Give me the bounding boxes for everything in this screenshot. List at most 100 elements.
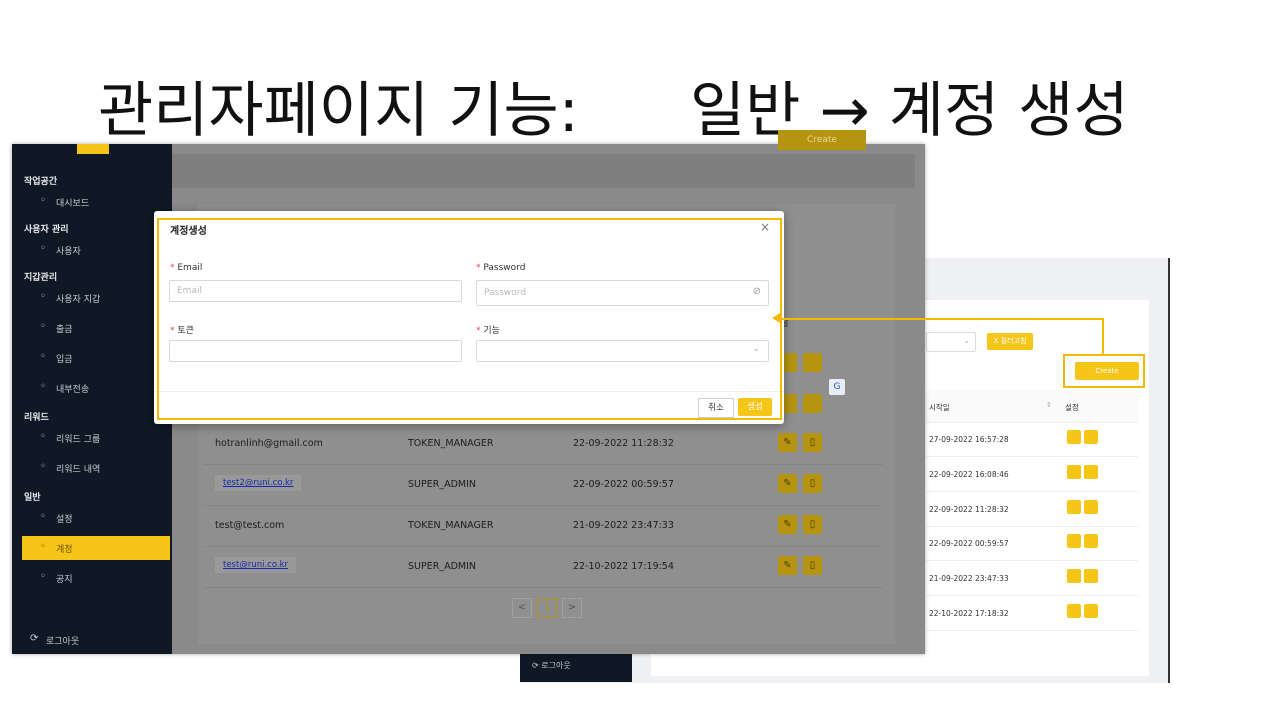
sidebar-section-label: 지갑관리	[24, 273, 58, 283]
row-role: SUPER_ADMIN	[408, 561, 476, 572]
edit-button[interactable]: ✎	[778, 556, 797, 575]
row-date: 21-09-2022 23:47:33	[929, 574, 1009, 584]
pager-page-1[interactable]: 1	[537, 598, 557, 618]
edit-button[interactable]	[1067, 430, 1081, 444]
background-table-header: 시작일 ⇕ 설정	[926, 390, 1138, 423]
translate-icon[interactable]: G	[829, 379, 845, 395]
dashboard-icon: ◦	[40, 195, 46, 206]
sidebar: 작업공간 ◦ 대시보드 사용자 관리 ◦ 사용자 지갑관리 ◦ 사용자 지갑 ◦ 출금 ◦ 입금 ◦ 내부전…	[12, 144, 172, 654]
edit-button[interactable]	[1067, 569, 1081, 584]
background-sidebar: ⟳ 로그아웃	[520, 650, 632, 682]
sidebar-item-label: 내부전송	[56, 385, 90, 395]
row-email[interactable]: test2@runi.co.kr	[215, 475, 302, 491]
row-email[interactable]: test@runi.co.kr	[215, 557, 296, 573]
create-button[interactable]: Create	[778, 130, 866, 150]
delete-button[interactable]	[803, 353, 822, 372]
table-row: test@runi.co.kr SUPER_ADMIN 22-10-2022 17:…	[203, 547, 883, 588]
edit-button[interactable]	[1067, 499, 1081, 514]
edit-button[interactable]: ✎	[778, 474, 797, 493]
row-email: test@test.com	[215, 520, 285, 531]
transfer-icon: ◦	[40, 381, 46, 392]
pager-prev[interactable]: <	[512, 598, 532, 618]
logo	[77, 144, 109, 154]
delete-button[interactable]	[1084, 464, 1098, 479]
edit-button[interactable]	[1067, 604, 1081, 618]
sidebar-item-label: 입금	[56, 355, 73, 365]
delete-button[interactable]: ▯	[803, 433, 822, 452]
modal-highlight	[157, 218, 782, 420]
table-row: hotranlinh@gmail.com TOKEN_MANAGER 22-09-2…	[203, 424, 883, 465]
sidebar-item[interactable]: ◦ 계정	[22, 536, 170, 560]
sidebar-section-label: 일반	[24, 493, 41, 503]
slide-title-left: 관리자페이지 기능:	[98, 76, 579, 146]
sort-icon: ⇕	[1046, 401, 1052, 409]
background-table-row: 21-09-2022 23:47:33	[926, 561, 1138, 597]
background-table-row: 22-09-2022 00:59:57	[926, 526, 1138, 562]
delete-button[interactable]: ▯	[803, 556, 822, 575]
sidebar-item[interactable]: ◦ 사용자 지갑	[12, 286, 172, 310]
row-role: TOKEN_MANAGER	[408, 438, 494, 449]
row-date: 22-09-2022 11:28:32	[573, 438, 674, 449]
sidebar-section-label: 작업공간	[24, 177, 58, 187]
background-logout[interactable]: ⟳ 로그아웃	[532, 660, 571, 671]
sidebar-section-label: 리워드	[24, 413, 49, 423]
sidebar-item[interactable]: ◦ 리워드 내역	[12, 456, 172, 480]
sidebar-item[interactable]: ◦ 설정	[12, 506, 172, 530]
user-icon: ◦	[40, 243, 46, 254]
col-start-date: 시작일	[929, 403, 950, 412]
delete-button[interactable]	[1084, 604, 1098, 618]
delete-button[interactable]	[1084, 499, 1098, 514]
sidebar-item[interactable]: ◦ 내부전송	[12, 376, 172, 400]
row-date: 27-09-2022 16:57:28	[929, 435, 1009, 444]
table-row: test2@runi.co.kr SUPER_ADMIN 22-09-2022 00…	[203, 465, 883, 506]
sidebar-item-label: 사용자	[56, 247, 81, 257]
sidebar-item[interactable]: ◦ 공지	[12, 566, 172, 590]
row-role: SUPER_ADMIN	[408, 479, 476, 490]
sidebar-item-label: 공지	[56, 575, 73, 585]
delete-button[interactable]	[1084, 534, 1098, 549]
sidebar-item[interactable]: ◦ 사용자	[12, 238, 172, 262]
slide-title: 관리자페이지 기능: 일반 → 계정 생성	[0, 62, 1280, 146]
sidebar-item[interactable]: ◦ 출금	[12, 316, 172, 340]
delete-button[interactable]	[1084, 430, 1098, 444]
slide-title-right: 일반 → 계정 생성	[690, 76, 1129, 146]
wallet-icon: ◦	[40, 291, 46, 302]
pager-next[interactable]: >	[562, 598, 582, 618]
chevron-down-icon: ⌄	[963, 336, 970, 345]
connector-line	[1102, 318, 1104, 355]
deposit-icon: ◦	[40, 351, 46, 362]
edit-button[interactable]	[1067, 534, 1081, 549]
row-email: hotranlinh@gmail.com	[215, 438, 323, 449]
background-table-row: 22-10-2022 17:18:32	[926, 596, 1138, 631]
logout-icon: ⟳	[30, 633, 39, 644]
sidebar-item[interactable]: ◦ 리워드 그룹	[12, 426, 172, 450]
edit-button[interactable]: ✎	[778, 433, 797, 452]
sidebar-item-label: 출금	[56, 325, 73, 335]
top-bar	[172, 154, 915, 188]
delete-button[interactable]: ▯	[803, 474, 822, 493]
delete-button[interactable]	[1084, 569, 1098, 584]
col-action: 설정	[1065, 403, 1079, 412]
edit-button[interactable]	[1067, 464, 1081, 479]
background-filter-button[interactable]: X 필터고침	[987, 333, 1033, 350]
logout-button[interactable]: ⟳ 로그아웃	[12, 628, 172, 652]
megaphone-icon: ◦	[40, 571, 46, 582]
delete-button[interactable]: ▯	[803, 515, 822, 534]
delete-button[interactable]	[803, 394, 822, 413]
connector-line	[780, 318, 1104, 320]
connector-arrow	[772, 313, 780, 323]
sidebar-item[interactable]: ◦ 입금	[12, 346, 172, 370]
sidebar-item[interactable]: ◦ 대시보드	[12, 190, 172, 214]
settings-grid-icon: ◦	[40, 511, 46, 522]
background-table-row: 27-09-2022 16:57:28	[926, 422, 1138, 457]
table-row: test@test.com TOKEN_MANAGER 21-09-2022 23:…	[203, 506, 883, 547]
sidebar-item-label: 계정	[56, 545, 73, 555]
background-select[interactable]: ⌄	[926, 332, 976, 352]
row-role: TOKEN_MANAGER	[408, 520, 494, 531]
edit-button[interactable]: ✎	[778, 515, 797, 534]
background-table-row: 22-09-2022 11:28:32	[926, 492, 1138, 527]
row-date: 22-09-2022 00:59:57	[573, 479, 674, 490]
history-icon: ◦	[40, 461, 46, 472]
row-date: 22-09-2022 16:08:46	[929, 469, 1009, 479]
sidebar-item-label: 리워드 내역	[56, 465, 101, 475]
